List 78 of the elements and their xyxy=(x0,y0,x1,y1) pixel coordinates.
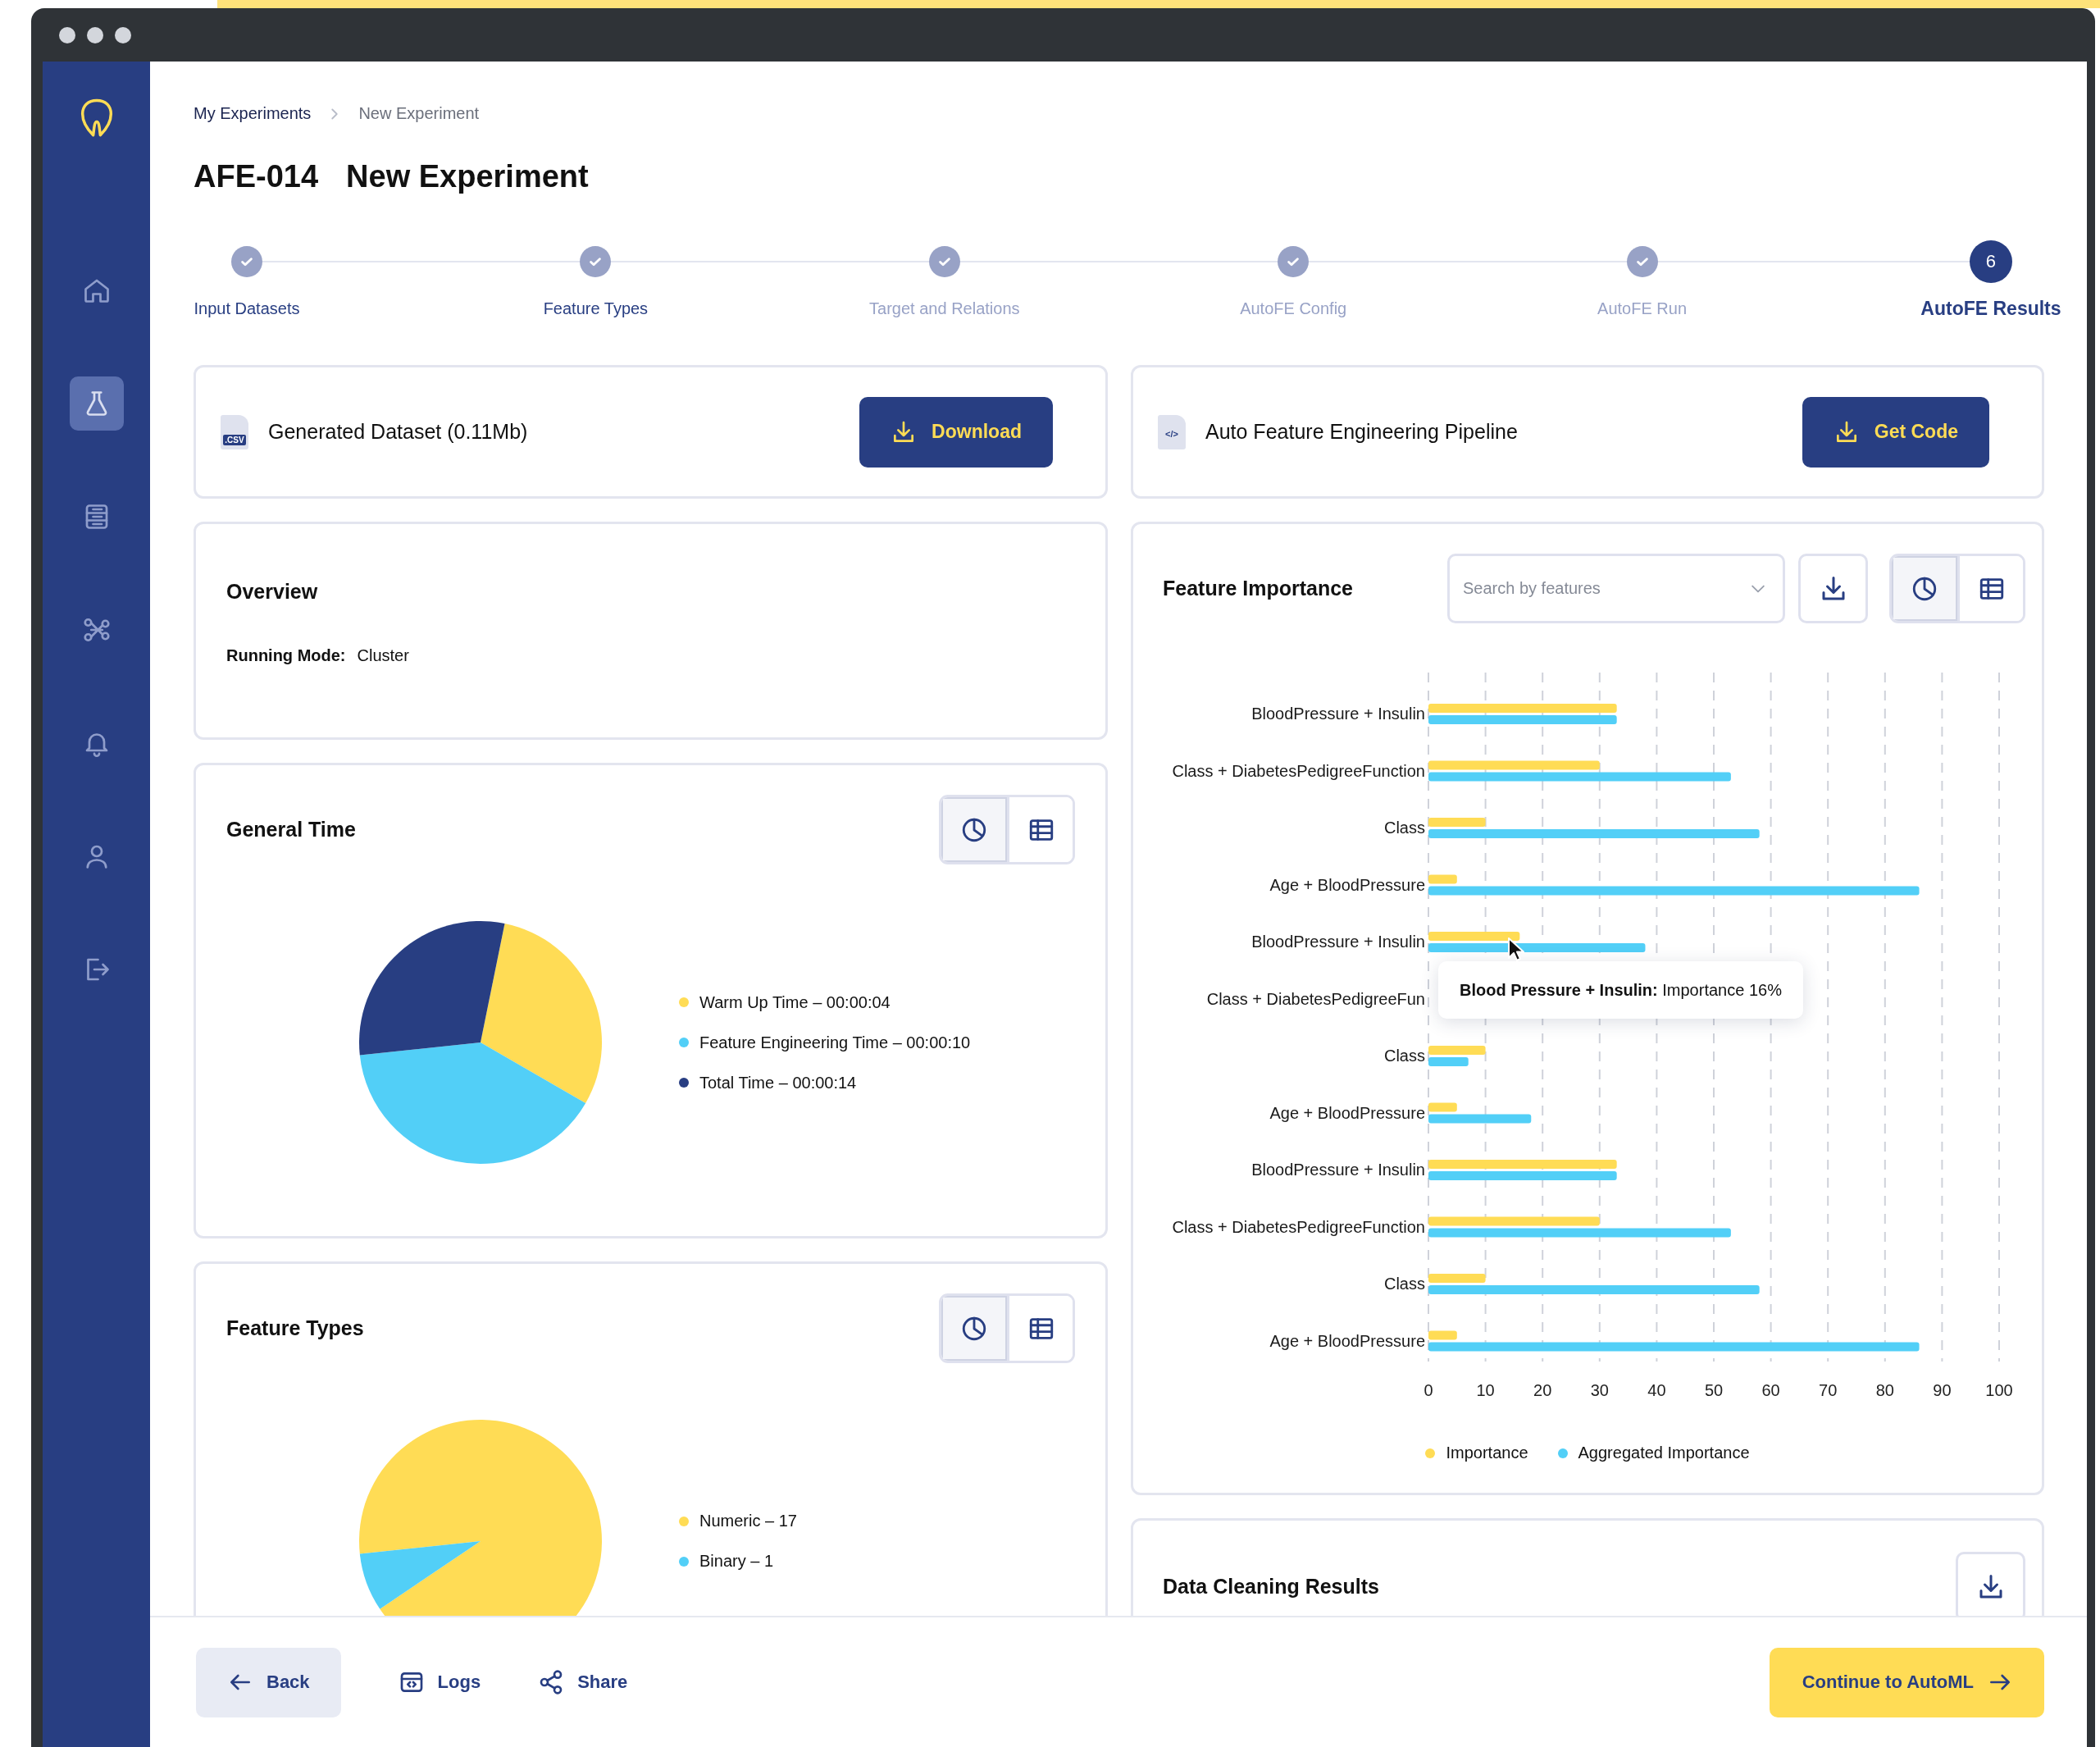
file-name: Auto Feature Engineering Pipeline xyxy=(1205,420,1519,444)
file-type-label: .CSV xyxy=(223,434,246,445)
search-input[interactable]: Search by features xyxy=(1461,578,1752,599)
axis-tick-label: 100 xyxy=(1985,1381,2013,1399)
legend-label: Numeric – 17 xyxy=(699,1512,797,1530)
table-view-button[interactable] xyxy=(1007,797,1073,862)
axis-tick-label: 90 xyxy=(1933,1381,1952,1399)
importance-bar xyxy=(1428,874,1457,884)
logs-button[interactable]: Logs xyxy=(398,1647,481,1717)
axis-tick-label: 0 xyxy=(1424,1381,1433,1399)
category-label: Age + BloodPressure xyxy=(1269,1331,1425,1350)
back-button[interactable]: Back xyxy=(196,1647,341,1717)
category-label: Class xyxy=(1384,1047,1425,1065)
download-button[interactable]: Download xyxy=(859,396,1053,468)
chevron-down-icon xyxy=(1752,584,1765,593)
card-title: Feature Types xyxy=(226,1316,364,1340)
breadcrumb-link[interactable]: New Experiment xyxy=(358,104,480,123)
importance-bar xyxy=(1428,1330,1457,1340)
field-label: Running Mode: xyxy=(226,646,346,665)
get-code-button[interactable]: Get Code xyxy=(1802,396,1989,468)
category-label: Age + BloodPressure xyxy=(1269,1103,1425,1122)
aggregated-importance-bar xyxy=(1428,1057,1469,1066)
pie-view-button[interactable] xyxy=(1892,556,1957,621)
step-label[interactable]: Input Datasets xyxy=(194,299,300,318)
category-label: BloodPressure + Insulin xyxy=(1251,1161,1425,1179)
chart-tooltip: Blood Pressure + Insulin: Importance 16% xyxy=(1438,961,1803,1019)
axis-tick-label: 10 xyxy=(1476,1381,1495,1399)
breadcrumb-link[interactable]: My Experiments xyxy=(194,104,312,123)
axis-tick-label: 20 xyxy=(1533,1381,1552,1399)
card-title: General Time xyxy=(226,818,356,842)
page-title: New Experiment xyxy=(346,159,589,194)
file-type-label: </> xyxy=(1164,427,1179,440)
axis-tick-label: 80 xyxy=(1875,1381,1894,1399)
category-label: Class + DiabetesPedigreeFun xyxy=(1206,989,1425,1008)
download-button[interactable] xyxy=(1956,1552,2025,1616)
card-title: Overview xyxy=(226,580,319,604)
importance-bar xyxy=(1428,1274,1486,1283)
step-number: 6 xyxy=(1969,240,2012,283)
card-title: Data Cleaning Results xyxy=(1163,1575,1379,1599)
axis-tick-label: 50 xyxy=(1704,1381,1724,1399)
window-button[interactable] xyxy=(59,26,75,43)
table-view-button[interactable] xyxy=(1957,556,2023,621)
category-label: BloodPressure + Insulin xyxy=(1251,705,1425,723)
legend-label: Total Time – 00:00:14 xyxy=(699,1073,857,1092)
category-label: Age + BloodPressure xyxy=(1269,875,1425,894)
importance-bar xyxy=(1428,1046,1486,1055)
nav-button[interactable] xyxy=(69,376,124,431)
download-button[interactable] xyxy=(1798,554,1868,623)
field-value: Cluster xyxy=(357,646,409,665)
axis-tick-label: 60 xyxy=(1761,1381,1780,1399)
pie-view-button[interactable] xyxy=(941,797,1007,862)
window-button[interactable] xyxy=(115,26,131,43)
step-label[interactable]: AutoFE Results xyxy=(1920,298,2061,320)
table-view-button[interactable] xyxy=(1007,1296,1073,1361)
importance-bar xyxy=(1428,818,1486,827)
category-label: Class + DiabetesPedigreeFunction xyxy=(1172,761,1425,780)
experiment-id: AFE-014 xyxy=(194,159,319,194)
category-label: Class + DiabetesPedigreeFunction xyxy=(1172,1217,1425,1236)
axis-tick-label: 30 xyxy=(1590,1381,1609,1399)
category-label: BloodPressure + Insulin xyxy=(1251,933,1425,951)
continue-button[interactable]: Continue to AutoML xyxy=(1769,1647,2044,1717)
legend-label: Importance xyxy=(1446,1444,1528,1462)
pie-view-button[interactable] xyxy=(941,1296,1007,1361)
legend-label: Binary – 1 xyxy=(699,1552,774,1571)
legend-label: Feature Engineering Time – 00:00:10 xyxy=(699,1033,971,1052)
axis-tick-label: 70 xyxy=(1819,1381,1838,1399)
category-label: Class xyxy=(1384,819,1425,837)
search-field[interactable]: Search by features xyxy=(1447,554,1785,623)
axis-tick-label: 40 xyxy=(1647,1381,1666,1399)
importance-bar xyxy=(1428,1102,1457,1112)
legend-label: Warm Up Time – 00:00:04 xyxy=(699,992,891,1012)
legend-label: Aggregated Importance xyxy=(1578,1444,1750,1462)
category-label: Class xyxy=(1384,1275,1425,1293)
step-label[interactable]: Feature Types xyxy=(543,299,649,318)
card-title: Feature Importance xyxy=(1163,577,1354,600)
file-name: Generated Dataset (0.11Mb) xyxy=(268,420,529,444)
share-button[interactable]: Share xyxy=(538,1647,628,1717)
window-button[interactable] xyxy=(87,26,103,43)
